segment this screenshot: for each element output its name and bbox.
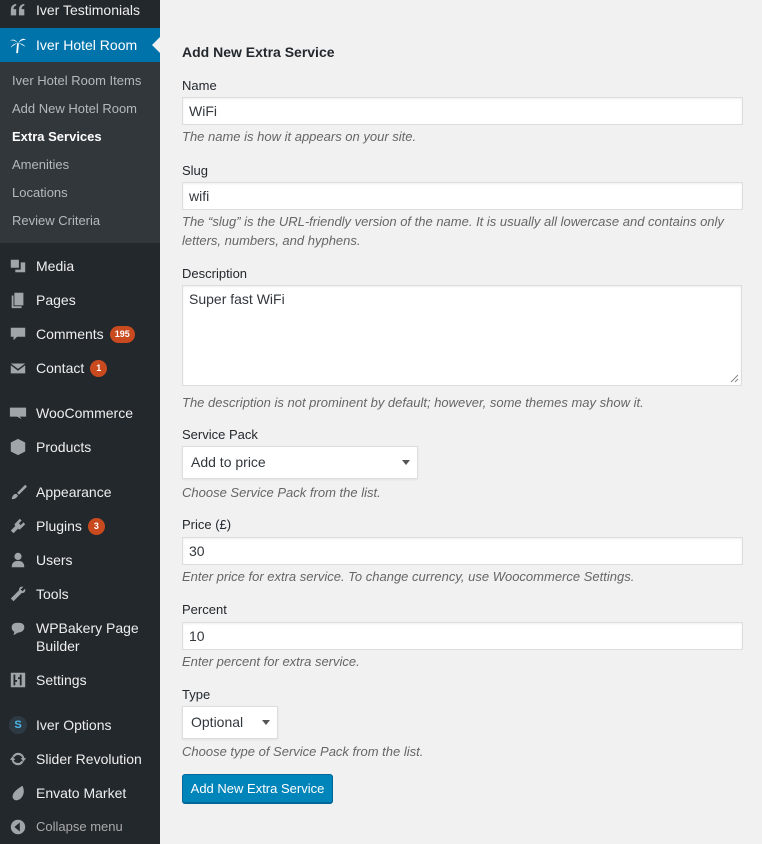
settings-icon	[8, 670, 28, 690]
price-input[interactable]: 30	[182, 537, 743, 565]
menu-label: WooCommerce	[36, 405, 133, 421]
type-description: Choose type of Service Pack from the lis…	[182, 744, 424, 759]
service-pack-description: Choose Service Pack from the list.	[182, 485, 381, 500]
menu-label: Pages	[36, 292, 76, 308]
menu-label: Media	[36, 258, 75, 274]
menu-label: Comments	[36, 326, 104, 342]
menu-label: Iver Testimonials	[36, 2, 141, 18]
leaf-icon	[8, 783, 28, 803]
percent-label: Percent	[182, 602, 227, 617]
menu-label: Contact	[36, 360, 85, 376]
chevron-down-icon	[262, 720, 270, 725]
collapse-menu-button[interactable]: Collapse menu	[0, 810, 160, 844]
iver-options-icon: S	[8, 715, 28, 735]
menu-label: WPBakery Page Builder	[36, 620, 139, 654]
submenu-item-locations[interactable]: Locations	[0, 179, 160, 207]
users-icon	[8, 550, 28, 570]
menu-item-plugins[interactable]: Plugins 3	[0, 509, 160, 543]
menu-item-iver-hotel-room[interactable]: Iver Hotel Room	[0, 28, 160, 62]
menu-item-appearance[interactable]: Appearance	[0, 475, 160, 509]
menu-label: Iver Options	[36, 717, 112, 733]
price-description: Enter price for extra service. To change…	[182, 569, 635, 584]
hotel-room-submenu: Iver Hotel Room Items Add New Hotel Room…	[0, 62, 160, 243]
menu-item-settings[interactable]: Settings	[0, 663, 160, 697]
submenu-item-extra-services[interactable]: Extra Services	[0, 123, 160, 151]
slug-input[interactable]: wifi	[182, 182, 743, 210]
menu-item-woocommerce[interactable]: WooCommerce	[0, 396, 160, 430]
type-selected: Optional	[191, 714, 244, 730]
menu-label: Users	[36, 552, 73, 568]
wpbakery-icon	[8, 619, 28, 639]
chevron-down-icon	[402, 460, 410, 465]
menu-label: Appearance	[36, 484, 112, 500]
menu-item-envato-market[interactable]: Envato Market	[0, 776, 160, 810]
menu-label: Settings	[36, 672, 87, 688]
menu-item-iver-options[interactable]: S Iver Options	[0, 708, 160, 742]
refresh-icon	[8, 749, 28, 769]
menu-label: Collapse menu	[36, 819, 123, 834]
menu-item-slider-revolution[interactable]: Slider Revolution	[0, 742, 160, 776]
plugins-icon	[8, 516, 28, 536]
woocommerce-icon	[8, 403, 28, 423]
menu-item-wpbakery[interactable]: WPBakery Page Builder	[0, 611, 160, 663]
menu-item-products[interactable]: Products	[0, 430, 160, 464]
description-label: Description	[182, 266, 248, 281]
mail-icon	[8, 358, 28, 378]
pages-icon	[8, 290, 28, 310]
name-input[interactable]: WiFi	[182, 97, 743, 125]
menu-label: Products	[36, 439, 92, 455]
submenu-item-add-new-hotel-room[interactable]: Add New Hotel Room	[0, 95, 160, 123]
slug-label: Slug	[182, 163, 209, 178]
quote-icon	[8, 0, 28, 20]
menu-label: Tools	[36, 586, 69, 602]
plugins-update-badge: 3	[87, 517, 105, 535]
form-title: Add New Extra Service	[182, 44, 335, 60]
resize-grip-icon[interactable]	[730, 374, 739, 383]
menu-label: Iver Hotel Room	[36, 37, 138, 53]
menu-item-contact[interactable]: Contact 1	[0, 351, 160, 385]
service-pack-label: Service Pack	[182, 427, 258, 442]
submenu-item-amenities[interactable]: Amenities	[0, 151, 160, 179]
media-icon	[8, 256, 28, 276]
slug-description: The “slug” is the URL-friendly version o…	[182, 214, 724, 248]
collapse-icon	[8, 817, 28, 837]
comments-count-badge: 195	[109, 325, 135, 343]
percent-input[interactable]: 10	[182, 622, 743, 650]
submenu-item-hotel-room-items[interactable]: Iver Hotel Room Items	[0, 67, 160, 95]
menu-label: Plugins	[36, 518, 82, 534]
products-icon	[8, 437, 28, 457]
comments-icon	[8, 324, 28, 344]
description-text: Super fast WiFi	[189, 291, 285, 307]
add-new-extra-service-button[interactable]: Add New Extra Service	[182, 774, 333, 803]
submenu-item-review-criteria[interactable]: Review Criteria	[0, 207, 160, 235]
menu-label: Envato Market	[36, 785, 127, 801]
wrench-icon	[8, 584, 28, 604]
type-label: Type	[182, 687, 211, 702]
type-select[interactable]: Optional	[182, 706, 278, 739]
description-textarea[interactable]: Super fast WiFi	[182, 285, 742, 386]
contact-count-badge: 1	[90, 359, 108, 377]
menu-item-pages[interactable]: Pages	[0, 283, 160, 317]
menu-item-users[interactable]: Users	[0, 543, 160, 577]
description-help: The description is not prominent by defa…	[182, 395, 644, 410]
service-pack-select[interactable]: Add to price	[182, 446, 418, 479]
palm-tree-icon	[8, 35, 28, 55]
menu-label: Slider Revolution	[36, 751, 142, 767]
admin-sidebar: Iver Testimonials Iver Hotel Room Iver H…	[0, 0, 160, 844]
service-pack-selected: Add to price	[191, 454, 266, 470]
percent-description: Enter percent for extra service.	[182, 654, 360, 669]
paintbrush-icon	[8, 482, 28, 502]
name-description: The name is how it appears on your site.	[182, 129, 417, 144]
menu-item-tools[interactable]: Tools	[0, 577, 160, 611]
menu-item-iver-testimonials[interactable]: Iver Testimonials	[0, 0, 160, 22]
menu-item-media[interactable]: Media	[0, 249, 160, 283]
price-label: Price (£)	[182, 517, 232, 532]
name-label: Name	[182, 78, 217, 93]
menu-item-comments[interactable]: Comments 195	[0, 317, 160, 351]
